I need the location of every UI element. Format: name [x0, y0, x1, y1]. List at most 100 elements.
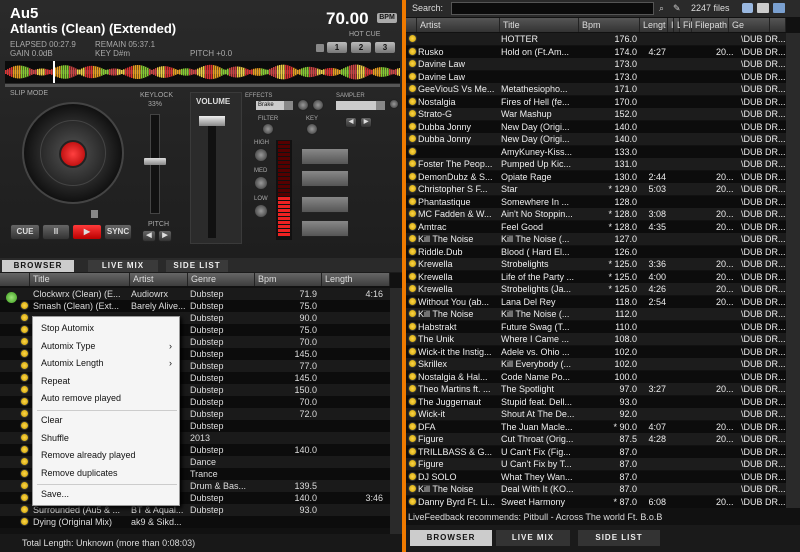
menu-item-auto-remove-played[interactable]: Auto remove played — [34, 390, 180, 407]
table-row[interactable]: Davine Law 173.0 \DUB DR... — [406, 70, 786, 83]
window-icon[interactable] — [773, 3, 785, 13]
volume-fader[interactable] — [208, 118, 216, 238]
sampler-pad-3[interactable] — [301, 196, 349, 213]
menu-item-save[interactable]: Save... — [34, 486, 180, 503]
table-row[interactable]: Christopher S F... Star * 129.0 5:03 20... \D… — [406, 183, 786, 195]
sampler-volume-knob[interactable] — [389, 99, 399, 109]
column-header-filepath[interactable]: Filepath — [692, 18, 729, 32]
filter-knob[interactable] — [262, 123, 274, 135]
table-row[interactable]: Dubba Jonny New Day (Origi... 140.0 \DUB DR… — [406, 120, 786, 133]
column-header-filed[interactable]: Filed — [680, 18, 703, 32]
search-options-icon[interactable]: ⌕ — [659, 3, 669, 13]
table-row[interactable]: Krewella Life of the Party ... * 125.0 4:00… — [406, 270, 786, 283]
table-row[interactable]: Clockwrx (Clean) (E... Audiowrx Dubstep 71.… — [0, 288, 390, 300]
menu-item-shuffle[interactable]: Shuffle — [34, 430, 180, 447]
table-row[interactable]: DJ SOLO What They Wan... 87.0 \DUB DR... — [406, 470, 786, 483]
table-row[interactable]: Kill The Noise Kill The Noise (... 112.0 \D… — [406, 308, 786, 320]
column-header-title[interactable]: Title — [500, 18, 579, 32]
column-header-extra[interactable] — [770, 18, 786, 32]
column-header-length[interactable]: Length — [322, 273, 390, 286]
menu-item-automix-type[interactable]: Automix Type › — [34, 338, 180, 355]
search-input[interactable] — [451, 2, 654, 15]
table-row[interactable]: Habstrakt Future Swag (T... 110.0 \DUB DR..… — [406, 320, 786, 333]
bpm-button[interactable]: BPM — [377, 13, 397, 23]
sampler-pad-1[interactable] — [301, 148, 349, 165]
column-header-genre[interactable]: Ge — [729, 18, 770, 32]
sampler-pad-4[interactable] — [301, 220, 349, 237]
right-tab-side-list[interactable]: SIDE LIST — [578, 530, 660, 546]
column-header-title[interactable]: Title — [30, 273, 130, 286]
menu-item-stop-automix[interactable]: Stop Automix — [34, 320, 180, 337]
hot-cue-1-button[interactable]: 1 — [327, 42, 347, 53]
hot-cue-3-button[interactable]: 3 — [375, 42, 395, 53]
volume-fader-handle[interactable] — [199, 116, 225, 126]
table-row[interactable]: MC Fadden & W... Ain't No Stoppin... * 128… — [406, 208, 786, 220]
tab-side-list[interactable]: SIDE LIST — [166, 260, 228, 272]
tab-live-mix[interactable]: LIVE MIX — [88, 260, 158, 272]
table-row[interactable]: Skrillex Kill Everybody (... 102.0 \DUB DR.… — [406, 358, 786, 370]
table-row[interactable]: Theo Martins ft. ... The Spotlight 97.0 3:2… — [406, 383, 786, 395]
column-header-genre[interactable]: Genre — [188, 273, 255, 286]
tab-browser[interactable]: BROWSER — [2, 260, 74, 272]
column-header-artist[interactable]: Artist — [130, 273, 188, 286]
table-row[interactable]: TRILLBASS & G... U Can't Fix (Fig... 87.0 \… — [406, 445, 786, 458]
chevron-down-icon[interactable] — [284, 101, 293, 110]
left-scrollbar[interactable] — [390, 288, 402, 534]
table-row[interactable]: Riddle.Dub Blood ( Hard El... 126.0 \DUB DR… — [406, 245, 786, 258]
column-header-bpm[interactable]: Bpm — [255, 273, 322, 286]
table-row[interactable]: Smash (Clean) (Ext... Barely Alive... Dubs… — [0, 300, 390, 312]
track-overview[interactable] — [5, 84, 400, 87]
pause-button[interactable]: II — [42, 224, 70, 240]
table-row[interactable]: Strato-G War Mashup 152.0 \DUB DR... — [406, 108, 786, 120]
pitch-up-button[interactable]: ▶ — [158, 230, 172, 242]
menu-item-automix-length[interactable]: Automix Length › — [34, 355, 180, 372]
table-row[interactable]: The Unik Where I Came ... 108.0 \DUB DR... — [406, 333, 786, 345]
table-row[interactable]: GeeViouS Vs Me... Metathesiopho... 171.0 \D… — [406, 83, 786, 95]
table-row[interactable]: Without You (ab... Lana Del Rey 118.0 2:54 2… — [406, 295, 786, 308]
table-row[interactable]: Krewella Strobelights (Ja... * 125.0 4:26 20… — [406, 283, 786, 295]
sampler-play-button[interactable]: ▶ — [360, 117, 372, 128]
right-tab-live-mix[interactable]: LIVE MIX — [496, 530, 570, 546]
play-button[interactable]: ▶ — [72, 224, 102, 240]
table-row[interactable]: Davine Law 173.0 \DUB DR... — [406, 58, 786, 70]
table-row[interactable]: Kill The Noise Kill The Noise (... 127.0 \D… — [406, 233, 786, 245]
effect-knob-2[interactable] — [312, 99, 324, 111]
refresh-icon[interactable] — [742, 3, 753, 13]
sampler-pad-2[interactable] — [301, 170, 349, 187]
column-header-artist[interactable]: Artist — [417, 18, 500, 32]
table-row[interactable]: Danny Byrd Ft. Li... Sweet Harmony * 87.0 6… — [406, 495, 786, 508]
table-row[interactable]: Nostalgia & Hal... Code Name Po... 100.0 \D… — [406, 370, 786, 383]
eq-low-knob[interactable] — [254, 204, 268, 218]
table-row[interactable]: Amtrac Feel Good * 128.0 4:35 20... \DUB DR..… — [406, 220, 786, 233]
table-row[interactable]: Figure U Can't Fix by T... 87.0 \DUB DR... — [406, 458, 786, 470]
hot-cue-2-button[interactable]: 2 — [351, 42, 371, 53]
pitch-down-button[interactable]: ◀ — [142, 230, 156, 242]
table-row[interactable]: Kill The Noise Deal With It (KO... 87.0 \DU… — [406, 483, 786, 495]
filter-icon[interactable]: ✎ — [673, 3, 683, 13]
right-scrollbar[interactable] — [786, 33, 800, 508]
pitch-slider-handle[interactable] — [144, 158, 166, 165]
table-row[interactable]: Wick-it the Instig... Adele vs. Ohio ... 1… — [406, 345, 786, 358]
table-row[interactable]: Krewella Strobelights * 125.0 3:36 20... \DUB… — [406, 258, 786, 270]
table-row[interactable]: HOTTER 176.0 \DUB DR... — [406, 33, 786, 45]
key-knob[interactable] — [306, 123, 318, 135]
table-row[interactable]: Figure Cut Throat (Orig... 87.5 4:28 20... \D… — [406, 433, 786, 445]
column-header-bpm[interactable]: Bpm — [579, 18, 640, 32]
view-icon[interactable] — [757, 3, 769, 13]
column-header-length[interactable]: Lengt — [640, 18, 668, 32]
eq-med-knob[interactable] — [254, 176, 268, 190]
table-row[interactable]: AmyKuney-Kiss... 133.0 \DUB DR... — [406, 145, 786, 158]
sampler-prev-button[interactable]: ◀ — [345, 117, 357, 128]
waveform[interactable] — [5, 61, 400, 83]
effect-knob-1[interactable] — [297, 99, 309, 111]
column-header-extra[interactable] — [406, 18, 417, 32]
table-row[interactable]: The Juggernaut Stupid feat. Dell... 93.0 \D… — [406, 395, 786, 408]
table-row[interactable]: Wick-it Shout At The De... 92.0 \DUB DR... — [406, 408, 786, 420]
table-row[interactable]: Dubba Jonny New Day (Origi... 140.0 \DUB DR… — [406, 133, 786, 145]
table-row[interactable]: Rusko Hold on (Ft.Am... 174.0 4:27 20... \DUB… — [406, 45, 786, 58]
menu-item-remove-already-played[interactable]: Remove already played — [34, 447, 180, 464]
chevron-down-icon[interactable] — [376, 101, 385, 110]
column-header-icon[interactable] — [0, 273, 30, 286]
menu-item-remove-duplicates[interactable]: Remove duplicates — [34, 465, 180, 482]
cue-button[interactable]: CUE — [10, 224, 40, 240]
